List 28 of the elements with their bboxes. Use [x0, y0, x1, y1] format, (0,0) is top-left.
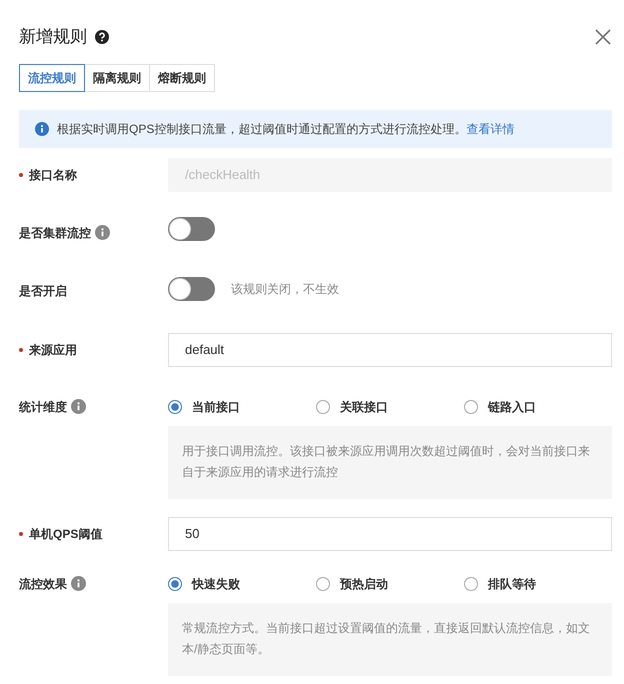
input-field[interactable]: default: [168, 332, 612, 366]
field-label: 流控效果: [19, 576, 67, 593]
toggle-switch[interactable]: [168, 216, 215, 240]
radio-option[interactable]: 预热启动: [316, 574, 464, 593]
field-label: 统计维度: [19, 398, 67, 416]
field-label: 是否集群流控: [19, 224, 91, 242]
dialog-title: 新增规则: [19, 26, 87, 48]
radio-option[interactable]: 当前接口: [168, 398, 316, 416]
radio-option[interactable]: 排队等待: [464, 574, 612, 593]
tab[interactable]: 隔离规则: [84, 64, 150, 92]
tab[interactable]: 熔断规则: [149, 64, 215, 92]
alert-text: 根据实时调用QPS控制接口流量，超过阈值时通过配置的方式进行流控处理。查看详情: [57, 120, 514, 138]
field-label: 接口名称: [29, 166, 77, 184]
radio-option[interactable]: 链路入口: [464, 398, 612, 416]
close-icon[interactable]: [594, 28, 612, 46]
field-label: 是否开启: [19, 282, 67, 300]
radio-option[interactable]: 快速失败: [168, 574, 316, 593]
details-link[interactable]: 查看详情: [466, 122, 514, 136]
radio-option[interactable]: 关联接口: [316, 398, 464, 416]
toggle-switch[interactable]: [168, 276, 215, 300]
field-label: 来源应用: [29, 342, 77, 358]
description-text: 常规流控方式。当前接口超过设置阈值的流量，直接返回默认流控信息，如文本/静态页面等。: [168, 602, 612, 676]
description-text: 用于接口调用流控。该接口被来源应用调用次数超过阈值时，会对当前接口来自于来源应用的请求进行流控: [168, 426, 612, 499]
hint-text: 该规则关闭，不生效: [231, 280, 339, 298]
info-icon: [35, 122, 49, 136]
input-field[interactable]: 50: [168, 516, 612, 551]
tab[interactable]: 流控规则: [19, 64, 85, 92]
field-label: 单机QPS阈值: [29, 526, 102, 543]
